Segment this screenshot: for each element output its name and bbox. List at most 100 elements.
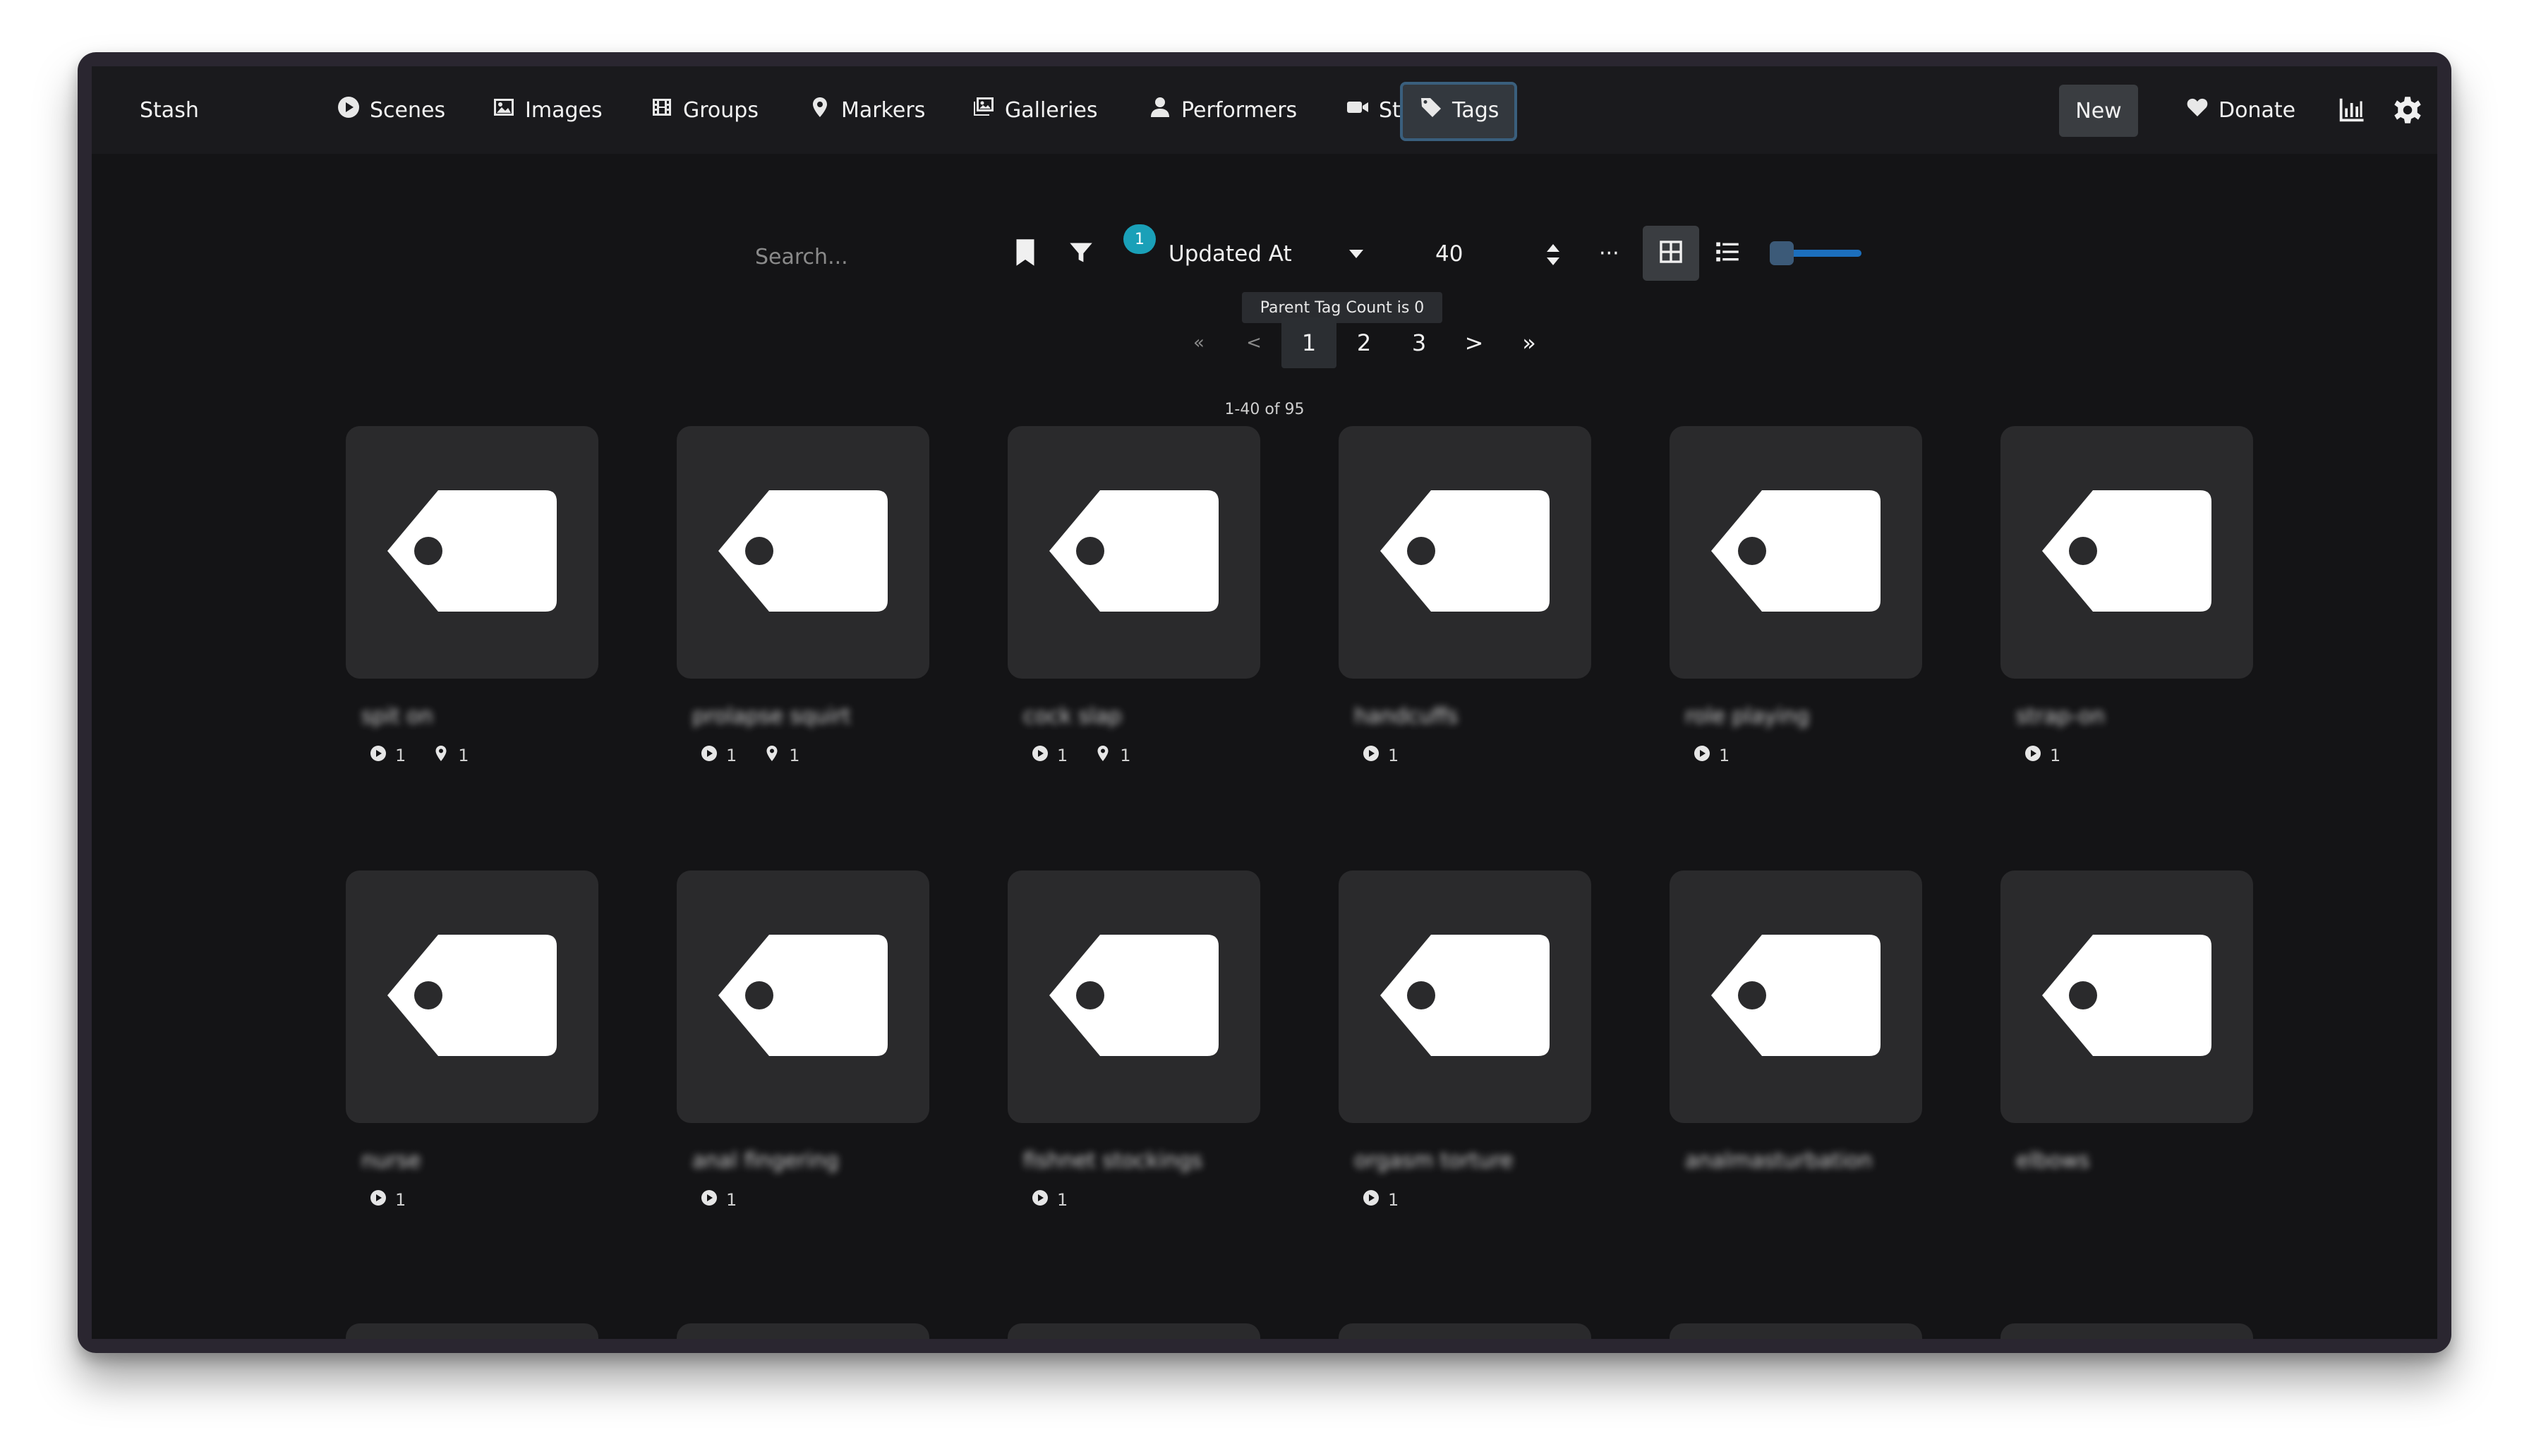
marker-count[interactable]: 1: [763, 745, 800, 766]
scene-count[interactable]: 1: [701, 745, 737, 766]
nav-markers[interactable]: Markers: [809, 66, 925, 154]
tag-thumbnail[interactable]: [346, 870, 598, 1123]
tag-card[interactable]: spit on 1 1: [346, 426, 600, 766]
filter-funnel-icon[interactable]: [1068, 238, 1094, 267]
scene-count[interactable]: 1: [2024, 745, 2060, 766]
tag-thumbnail[interactable]: [2000, 426, 2253, 679]
page-button-2[interactable]: 2: [1336, 317, 1392, 368]
page-prev-button[interactable]: <: [1226, 317, 1281, 368]
nav-performers[interactable]: Performers: [1149, 66, 1297, 154]
nav-performers-label: Performers: [1181, 97, 1298, 123]
settings-gear-icon[interactable]: [2394, 96, 2422, 124]
tag-thumbnail[interactable]: [2000, 870, 2253, 1123]
image-icon: [493, 96, 515, 124]
tag-name[interactable]: nurse: [361, 1148, 600, 1177]
tag-card[interactable]: analmasturbation: [1670, 870, 1924, 1189]
tag-name[interactable]: prolapse squirt: [692, 704, 931, 732]
tag-card[interactable]: role playing 1: [1670, 426, 1924, 766]
play-circle-icon: [1032, 1189, 1049, 1211]
tag-name[interactable]: anal fingering: [692, 1148, 931, 1177]
map-marker-icon: [763, 745, 780, 766]
tag-card[interactable]: anal fingering 1: [677, 870, 931, 1211]
stats-chart-icon[interactable]: [2337, 96, 2365, 124]
tag-name[interactable]: role playing: [1685, 704, 1924, 732]
page-last-button[interactable]: »: [1502, 317, 1557, 368]
tag-thumbnail[interactable]: [677, 426, 929, 679]
page-first-button[interactable]: «: [1171, 317, 1226, 368]
play-circle-icon: [1363, 745, 1380, 766]
scene-count[interactable]: 1: [1694, 745, 1730, 766]
tag-card[interactable]: cock slap 1 1: [1008, 426, 1262, 766]
tag-name[interactable]: spit on: [361, 704, 600, 732]
list-view-button[interactable]: [1699, 226, 1756, 281]
donate-label: Donate: [2219, 97, 2296, 123]
tag-stats: 11: [1032, 745, 1262, 766]
scene-count[interactable]: 1: [1032, 745, 1068, 766]
tag-icon: [2041, 933, 2213, 1060]
tag-name[interactable]: elbows: [2016, 1148, 2255, 1177]
tag-card[interactable]: handcuffs 1: [1339, 426, 1593, 766]
scene-count[interactable]: 1: [370, 1189, 406, 1211]
zoom-slider-thumb[interactable]: [1770, 241, 1794, 265]
scene-count[interactable]: 1: [1363, 1189, 1399, 1211]
donate-link[interactable]: Donate: [2186, 66, 2295, 154]
scene-count-value: 1: [2050, 746, 2061, 765]
tag-thumbnail[interactable]: [677, 870, 929, 1123]
tag-card-partial[interactable]: [346, 1323, 598, 1339]
tag-card[interactable]: elbows: [2000, 870, 2255, 1189]
nav-tags[interactable]: Tags: [1420, 66, 1499, 154]
tag-thumbnail[interactable]: [1008, 426, 1260, 679]
tag-name[interactable]: strap-on: [2016, 704, 2255, 732]
grid-view-button[interactable]: [1643, 226, 1699, 281]
sort-by-select[interactable]: Updated At: [1169, 241, 1292, 267]
nav-images[interactable]: Images: [493, 66, 603, 154]
nav-galleries-label: Galleries: [1005, 97, 1098, 123]
nav-tags-label: Tags: [1452, 97, 1499, 123]
tag-card-partial[interactable]: [1008, 1323, 1260, 1339]
tag-card-partial[interactable]: [1670, 1323, 1922, 1339]
scene-count[interactable]: 1: [370, 745, 406, 766]
tag-name[interactable]: analmasturbation: [1685, 1148, 1924, 1177]
per-page-select[interactable]: 40: [1435, 241, 1463, 267]
nav-groups[interactable]: Groups: [651, 66, 759, 154]
page-button-3[interactable]: 3: [1392, 317, 1447, 368]
marker-count[interactable]: 1: [1094, 745, 1131, 766]
tag-card-partial[interactable]: [1339, 1323, 1591, 1339]
new-button[interactable]: New: [2059, 85, 2138, 137]
tag-name[interactable]: cock slap: [1023, 704, 1262, 732]
search-input[interactable]: [755, 236, 1009, 278]
nav-galleries[interactable]: Galleries: [972, 66, 1098, 154]
scene-count[interactable]: 1: [701, 1189, 737, 1211]
sort-direction-caret-icon[interactable]: [1348, 248, 1365, 260]
tag-thumbnail[interactable]: [346, 426, 598, 679]
tag-thumbnail[interactable]: [1008, 870, 1260, 1123]
tag-name[interactable]: handcuffs: [1354, 704, 1593, 732]
more-options-button[interactable]: ···: [1599, 241, 1619, 266]
scene-count[interactable]: 1: [1032, 1189, 1068, 1211]
scene-count[interactable]: 1: [1363, 745, 1399, 766]
saved-filters-bookmark-icon[interactable]: [1015, 238, 1036, 267]
app-window: Stash Scenes Images Groups Markers Galle: [78, 52, 2451, 1353]
tag-card[interactable]: nurse 1: [346, 870, 600, 1211]
nav-scenes[interactable]: Scenes: [337, 66, 445, 154]
tag-icon: [1710, 489, 1882, 616]
tag-card[interactable]: strap-on 1: [2000, 426, 2255, 766]
tag-thumbnail[interactable]: [1339, 870, 1591, 1123]
tag-card-partial[interactable]: [677, 1323, 929, 1339]
marker-count[interactable]: 1: [433, 745, 469, 766]
brand-link[interactable]: Stash: [140, 66, 199, 154]
tag-card-partial[interactable]: [2000, 1323, 2253, 1339]
tag-card[interactable]: orgasm torture 1: [1339, 870, 1593, 1211]
tag-card[interactable]: fishnet stockings 1: [1008, 870, 1262, 1211]
play-circle-icon: [1363, 1189, 1380, 1211]
tag-thumbnail[interactable]: [1670, 870, 1922, 1123]
tag-thumbnail[interactable]: [1670, 426, 1922, 679]
page-next-button[interactable]: >: [1447, 317, 1502, 368]
page-button-1[interactable]: 1: [1281, 317, 1336, 368]
per-page-spinner-icon[interactable]: [1545, 243, 1561, 267]
tag-card[interactable]: prolapse squirt 1 1: [677, 426, 931, 766]
tag-thumbnail[interactable]: [1339, 426, 1591, 679]
play-circle-icon: [1694, 745, 1710, 766]
tag-name[interactable]: orgasm torture: [1354, 1148, 1593, 1177]
tag-name[interactable]: fishnet stockings: [1023, 1148, 1262, 1177]
